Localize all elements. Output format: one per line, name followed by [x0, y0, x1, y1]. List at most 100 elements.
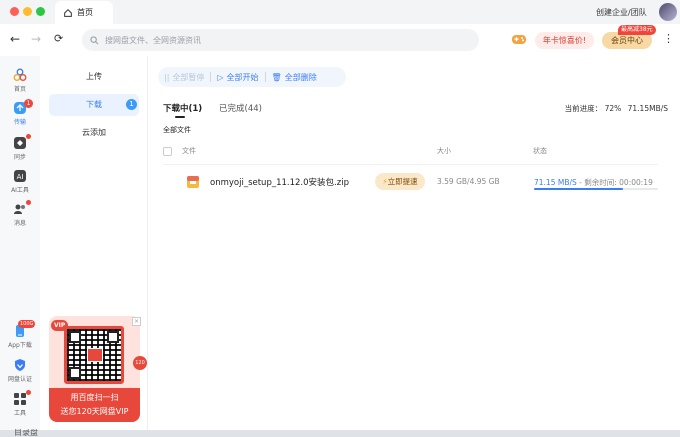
progress-label: 当前进度：: [564, 104, 603, 113]
tab-completed[interactable]: 已完成(44): [219, 102, 262, 114]
refresh-icon[interactable]: ⟳: [54, 32, 63, 45]
search-input[interactable]: 搜网盘文件、全网资源资讯: [82, 29, 479, 51]
zip-file-icon: [187, 176, 199, 188]
search-placeholder: 搜网盘文件、全网资源资讯: [105, 35, 201, 45]
nav-label: 工具: [13, 410, 26, 417]
qr-finder: [69, 331, 81, 343]
pause-all-button[interactable]: || 全部暂停: [158, 72, 210, 83]
close-window-button[interactable]: [10, 7, 19, 16]
nav-messages[interactable]: 消息: [0, 200, 40, 227]
header-divider: [163, 164, 658, 165]
qr-code: [64, 326, 124, 384]
qr-caption-line1: 用百度扫一扫: [70, 393, 119, 402]
delete-all-button[interactable]: 🗑 全部删除: [266, 72, 323, 83]
column-file: 文件: [182, 147, 196, 155]
svg-text:AI: AI: [17, 173, 24, 181]
trash-icon: 🗑: [271, 72, 282, 82]
file-name: onmyoji_setup_11.12.0安装包.zip: [210, 178, 349, 188]
ai-icon: AI: [14, 170, 26, 182]
annual-promo-button[interactable]: 年卡惊喜价!: [535, 32, 594, 49]
days-tag: 120: [133, 356, 147, 370]
qr-caption-line2: 送您120天网盘VIP: [60, 407, 129, 416]
more-icon[interactable]: ⋮: [663, 32, 674, 45]
back-icon[interactable]: ←: [10, 32, 20, 46]
nav-badge: 100G: [18, 320, 36, 328]
section-title: 全部文件: [163, 126, 191, 134]
progress-percent: 72%: [604, 104, 622, 113]
nav-transfer[interactable]: 传输 1: [0, 99, 40, 126]
play-icon: ▷: [217, 72, 224, 82]
start-all-button[interactable]: ▷ 全部开始: [211, 72, 264, 83]
tab-label: 首页: [77, 8, 93, 17]
subnav-cloud-add[interactable]: 云添加: [49, 122, 139, 144]
nav-label: 网盘认证: [7, 376, 32, 383]
message-icon: [14, 204, 25, 214]
tab-home[interactable]: 首页: [55, 1, 113, 24]
home-icon: [13, 68, 27, 81]
zoom-window-button[interactable]: [36, 7, 45, 16]
subnav-upload[interactable]: 上传: [49, 66, 139, 88]
subnav-label: 下载: [86, 100, 102, 109]
create-team-link[interactable]: 创建企业/团队: [596, 7, 647, 18]
nav-label: 同步: [13, 154, 26, 161]
table-row[interactable]: onmyoji_setup_11.12.0安装包.zip ⚡立即提速 3.59 …: [148, 166, 660, 198]
nav-app-download[interactable]: App下载 100G: [0, 320, 40, 349]
window-bottom-edge: [0, 430, 680, 437]
nav-label: 传输: [13, 119, 26, 126]
overall-progress: 当前进度： 72% 71.15MB/S: [565, 103, 668, 114]
speed-up-label: 立即提速: [387, 177, 418, 186]
progress-speed: 71.15MB/S: [627, 104, 668, 113]
nav-label: 消息: [13, 220, 26, 227]
search-icon: [90, 35, 99, 44]
nav-sync[interactable]: 同步: [0, 134, 40, 161]
nav-verification[interactable]: 网盘认证: [0, 358, 40, 383]
top-bar: ← → ⟳ 搜网盘文件、全网资源资讯 年卡惊喜价! 会员中心 最高减38元 ⋮: [0, 24, 680, 56]
speed-up-button[interactable]: ⚡立即提速: [375, 173, 425, 190]
tab-downloading[interactable]: 下载中(1): [163, 102, 202, 114]
column-status: 状态: [533, 147, 547, 155]
toolbar: || 全部暂停 ▷ 全部开始 🗑 全部删除: [158, 67, 346, 87]
nav-label: App下载: [8, 342, 32, 349]
column-size: 大小: [437, 147, 451, 155]
avatar[interactable]: [659, 3, 677, 21]
qr-logo: [87, 348, 103, 362]
select-all-checkbox[interactable]: [163, 147, 172, 156]
file-size: 3.59 GB/4.95 GB: [437, 177, 500, 186]
nav-badge: 1: [24, 99, 33, 108]
nav-dot: [26, 200, 31, 205]
transfer-subnav: 上传 下载 1 云添加 VIP 120 用百度扫一扫 送您120天网盘VIP ×: [40, 56, 148, 437]
forward-icon[interactable]: →: [31, 32, 41, 46]
shield-icon: [15, 359, 25, 371]
home-icon: [64, 8, 72, 17]
footer-fragment: 目录盘: [14, 429, 38, 437]
nav-label: AI工具: [11, 187, 29, 194]
nav-ai-tools[interactable]: AI AI工具: [0, 169, 40, 194]
minimize-window-button[interactable]: [23, 7, 32, 16]
nav-tools[interactable]: 工具: [0, 390, 40, 417]
transfer-status: 71.15 MB/S - 剩余时间: 00:00:19: [534, 177, 653, 188]
toolbar-label: 全部删除: [284, 72, 317, 82]
download-panel: || 全部暂停 ▷ 全部开始 🗑 全部删除 下载中(1) 已完成(44) 当前进度： …: [148, 56, 680, 437]
qr-finder: [69, 367, 81, 379]
toolbar-label: 全部开始: [226, 72, 259, 82]
gamepad-icon[interactable]: [511, 33, 527, 46]
member-discount-badge: 最高减38元: [618, 25, 656, 35]
download-count-badge: 1: [126, 99, 137, 110]
close-promo-icon[interactable]: ×: [132, 317, 141, 326]
nav-home[interactable]: 首页: [0, 68, 40, 93]
title-bar: 首页 创建企业/团队: [0, 0, 680, 24]
nav-label: 首页: [13, 86, 26, 93]
remaining-time: - 剩余时间: 00:00:19: [579, 178, 653, 187]
pause-icon: ||: [164, 72, 170, 82]
sync-icon: [14, 137, 26, 149]
tab-underline: [175, 116, 185, 118]
progress-fill: [534, 188, 624, 190]
qr-caption: 用百度扫一扫 送您120天网盘VIP: [49, 388, 140, 422]
transfer-speed: 71.15 MB/S: [534, 178, 577, 187]
qr-promo-card[interactable]: VIP 120 用百度扫一扫 送您120天网盘VIP: [49, 316, 147, 422]
subnav-download[interactable]: 下载 1: [49, 94, 139, 116]
progress-track: [534, 188, 658, 190]
grid-icon: [14, 393, 26, 405]
nav-dot: [26, 134, 31, 139]
nav-dot: [26, 390, 31, 395]
